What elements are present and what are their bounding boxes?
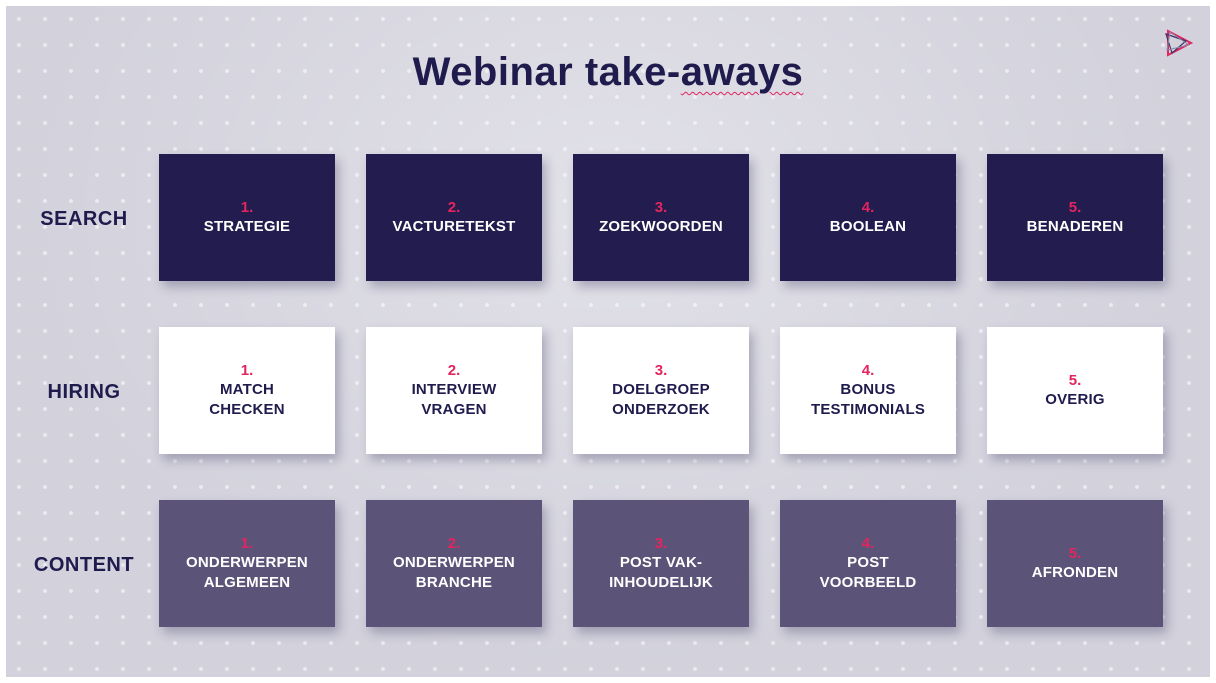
- card-label: INTERVIEW VRAGEN: [411, 380, 497, 418]
- card-search-5[interactable]: 5. BENADEREN: [987, 154, 1163, 281]
- page-title: Webinar take-aways: [6, 50, 1210, 95]
- card-label: MATCH CHECKEN: [209, 380, 285, 418]
- card-number: 3.: [654, 361, 668, 379]
- card-content-4[interactable]: 4. POST VOORBEELD: [780, 500, 956, 627]
- card-number: 3.: [654, 198, 668, 216]
- card-content-2[interactable]: 2. ONDERWERPEN BRANCHE: [366, 500, 542, 627]
- card-number: 5.: [1068, 198, 1082, 216]
- card-hiring-5[interactable]: 5. OVERIG: [987, 327, 1163, 454]
- card-content-5[interactable]: 5. AFRONDEN: [987, 500, 1163, 627]
- card-number: 4.: [861, 361, 875, 379]
- row-label-content: CONTENT: [33, 554, 135, 576]
- card-label: BENADEREN: [1026, 217, 1124, 235]
- card-label: BONUS TESTIMONIALS: [810, 380, 926, 418]
- card-number: 5.: [1068, 371, 1082, 389]
- card-number: 1.: [240, 534, 254, 552]
- card-number: 2.: [447, 361, 461, 379]
- card-hiring-2[interactable]: 2. INTERVIEW VRAGEN: [366, 327, 542, 454]
- row-label-hiring: HIRING: [47, 381, 121, 403]
- card-content-3[interactable]: 3. POST VAK- INHOUDELIJK: [573, 500, 749, 627]
- card-number: 4.: [861, 198, 875, 216]
- card-label: ONDERWERPEN ALGEMEEN: [186, 553, 308, 591]
- card-label: POST VAK- INHOUDELIJK: [609, 553, 713, 591]
- card-search-4[interactable]: 4. BOOLEAN: [780, 154, 956, 281]
- card-number: 5.: [1068, 544, 1082, 562]
- card-hiring-1[interactable]: 1. MATCH CHECKEN: [159, 327, 335, 454]
- card-number: 2.: [447, 198, 461, 216]
- card-label: STRATEGIE: [203, 217, 291, 235]
- card-number: 2.: [447, 534, 461, 552]
- card-label: ONDERWERPEN BRANCHE: [393, 553, 515, 591]
- card-label: OVERIG: [1045, 390, 1105, 408]
- title-prefix: Webinar take-: [412, 50, 681, 94]
- card-label: POST VOORBEELD: [819, 553, 917, 591]
- card-search-2[interactable]: 2. VACTURETEKST: [366, 154, 542, 281]
- title-underlined-word: aways: [680, 50, 804, 94]
- card-search-1[interactable]: 1. STRATEGIE: [159, 154, 335, 281]
- card-search-3[interactable]: 3. ZOEKWOORDEN: [573, 154, 749, 281]
- card-number: 1.: [240, 361, 254, 379]
- card-label: ZOEKWOORDEN: [599, 217, 723, 235]
- card-hiring-4[interactable]: 4. BONUS TESTIMONIALS: [780, 327, 956, 454]
- card-label: VACTURETEKST: [392, 217, 516, 235]
- row-label-search: SEARCH: [40, 208, 128, 230]
- card-number: 3.: [654, 534, 668, 552]
- card-label: AFRONDEN: [1031, 563, 1119, 581]
- card-number: 1.: [240, 198, 254, 216]
- card-hiring-3[interactable]: 3. DOELGROEP ONDERZOEK: [573, 327, 749, 454]
- card-label: BOOLEAN: [829, 217, 907, 235]
- slide: Webinar take-aways SEARCH 1. STRATEGIE 2…: [6, 6, 1210, 677]
- card-content-1[interactable]: 1. ONDERWERPEN ALGEMEEN: [159, 500, 335, 627]
- card-label: DOELGROEP ONDERZOEK: [612, 380, 710, 418]
- card-number: 4.: [861, 534, 875, 552]
